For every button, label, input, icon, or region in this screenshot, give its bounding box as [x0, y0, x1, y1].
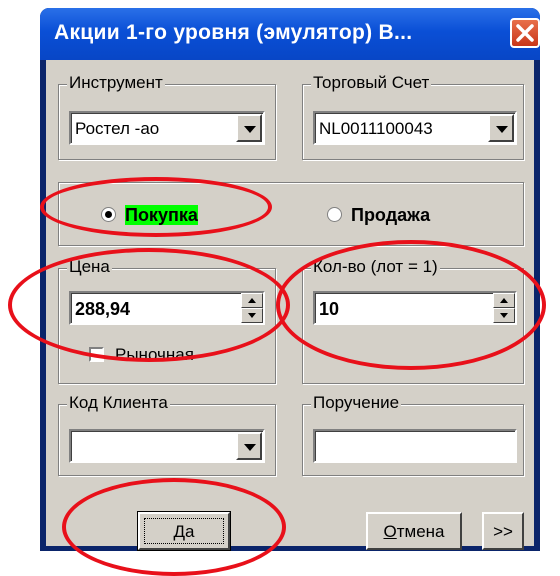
cancel-accelerator: О — [383, 522, 397, 541]
annotation-ellipse-ok — [62, 478, 286, 576]
more-label: >> — [493, 522, 513, 541]
close-icon — [516, 24, 534, 42]
account-select[interactable]: NL0011100043 — [313, 111, 517, 145]
cancel-label: Отмена — [383, 522, 444, 541]
cancel-rest: тмена — [396, 522, 445, 541]
sell-radio[interactable]: Продажа — [327, 205, 430, 226]
account-dropdown-button[interactable] — [488, 114, 514, 142]
close-button[interactable] — [510, 18, 540, 48]
account-group: Торговый Счет NL0011100043 — [302, 73, 524, 160]
client-code-label: Код Клиента — [67, 393, 170, 413]
annotation-ellipse-buy — [40, 177, 272, 237]
client-code-select[interactable] — [69, 429, 265, 463]
order-ref-label: Поручение — [311, 393, 402, 413]
more-button[interactable]: >> — [482, 512, 524, 550]
order-ref-group: Поручение — [302, 393, 524, 476]
client-code-dropdown-button[interactable] — [236, 432, 262, 460]
instrument-select[interactable]: Ростел -ао — [69, 111, 265, 145]
instrument-dropdown-button[interactable] — [236, 114, 262, 142]
radio-unselected-icon — [327, 206, 342, 222]
chevron-down-icon — [244, 444, 256, 451]
chevron-down-icon — [244, 126, 256, 133]
instrument-value: Ростел -ао — [75, 119, 160, 138]
annotation-ellipse-price — [8, 248, 290, 362]
account-label: Торговый Счет — [311, 73, 432, 93]
order-ref-input[interactable] — [313, 429, 517, 463]
annotation-ellipse-quantity — [276, 240, 546, 370]
chevron-down-icon — [496, 126, 508, 133]
client-code-group: Код Клиента — [58, 393, 276, 476]
instrument-group: Инструмент Ростел -ао — [58, 73, 276, 160]
account-value: NL0011100043 — [319, 119, 433, 138]
instrument-label: Инструмент — [67, 73, 165, 93]
cancel-button[interactable]: Отмена — [366, 512, 462, 550]
sell-label: Продажа — [351, 205, 431, 225]
window-title: Акции 1-го уровня (эмулятор) В... — [54, 21, 413, 44]
title-bar[interactable]: Акции 1-го уровня (эмулятор) В... — [40, 8, 540, 60]
